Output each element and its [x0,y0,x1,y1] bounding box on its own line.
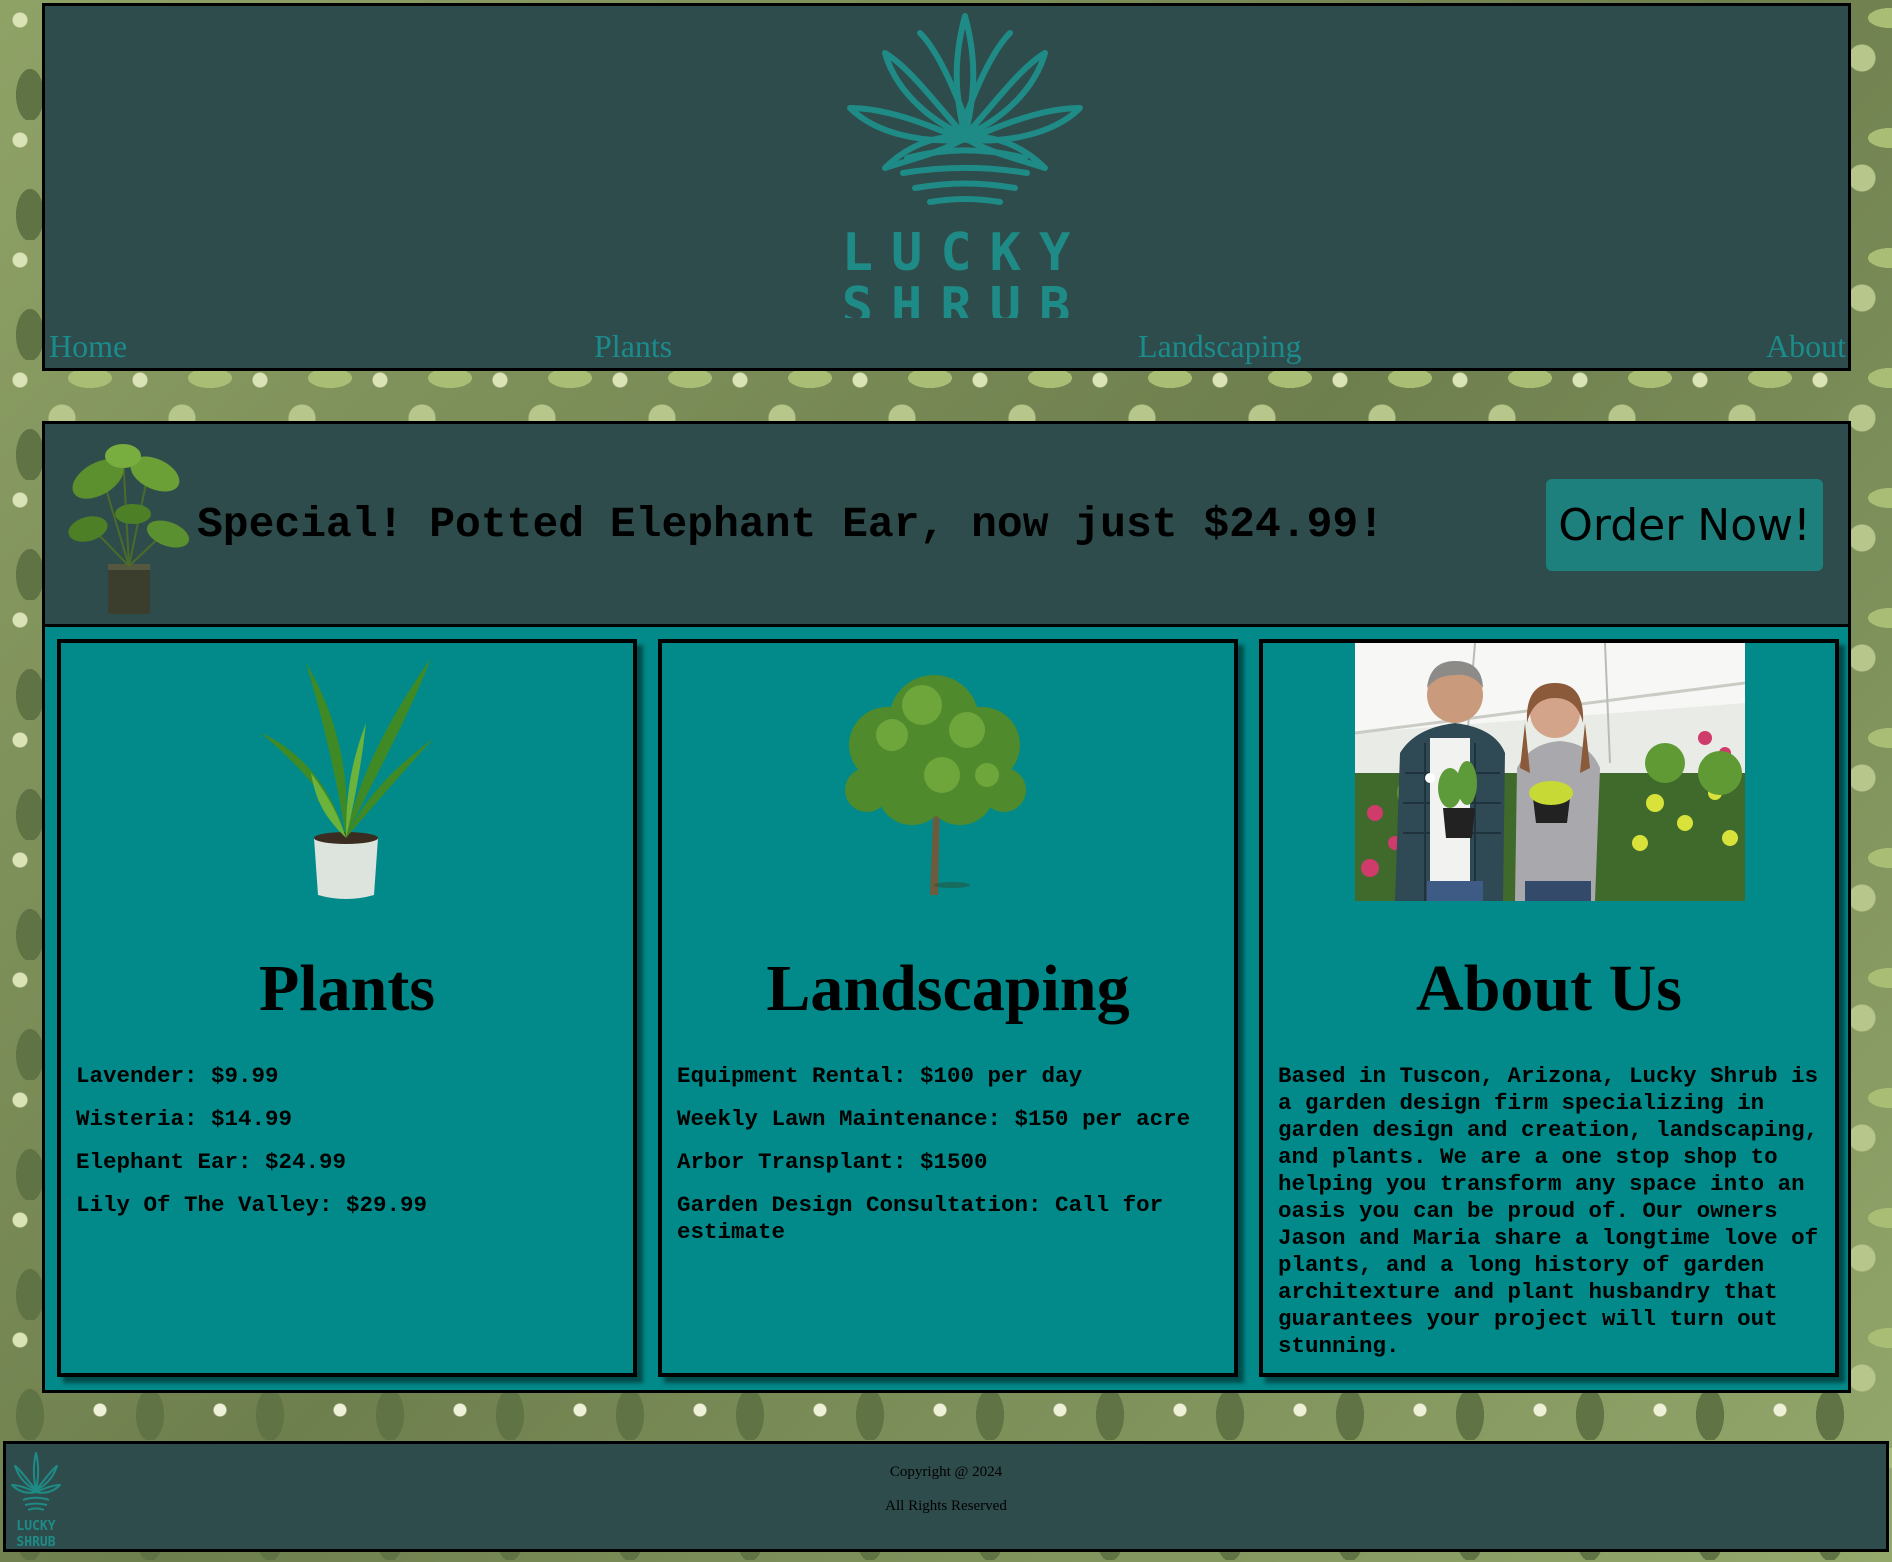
nav-about-link[interactable]: About [1766,328,1846,365]
copyright-text: Copyright @ 2024 [889,1464,1003,1480]
list-item: Garden Design Consultation: Call for est… [677,1192,1164,1245]
elephant-ear-plant-image [68,444,190,614]
landscaping-price-list: Equipment Rental: $100 per day Weekly La… [677,1063,1219,1262]
landscaping-title: Landscaping [766,952,1130,1025]
rights-text: All Rights Reserved [885,1498,1007,1514]
owners-photo [1355,643,1745,901]
promo-text: Special! Potted Elephant Ear, now just $… [197,500,1384,549]
about-card: About Us Based in Tuscon, Arizona, Lucky… [1259,639,1839,1377]
footer-brand-line2: SHRUB [16,1535,55,1550]
brand-line1: LUCKY [842,223,1089,283]
nav-landscaping-link[interactable]: Landscaping [1138,328,1302,365]
nav-plants-link[interactable]: Plants [594,328,672,365]
special-banner: Special! Potted Elephant Ear, now just $… [42,421,1851,627]
about-title: About Us [1416,952,1682,1025]
site-header: LUCKY SHRUB Home Plants Landscaping Abou… [42,3,1851,371]
plants-card: Plants Lavender: $9.99 Wisteria: $14.99 … [57,639,637,1377]
list-item: Wisteria: $14.99 [76,1106,293,1132]
plants-title: Plants [258,952,436,1025]
list-item: Elephant Ear: $24.99 [76,1149,347,1175]
list-item: Lily Of The Valley: $29.99 [76,1192,428,1218]
brand-line2: SHRUB [842,277,1089,318]
site-footer: LUCKY SHRUB Copyright @ 2024 All Rights … [3,1441,1889,1552]
content-area: Plants Lavender: $9.99 Wisteria: $14.99 … [42,627,1851,1393]
potted-plant-image [261,658,434,899]
lucky-shrub-logo[interactable]: LUCKY SHRUB [815,8,1115,318]
tree-image [845,675,1026,895]
list-item: Lavender: $9.99 [76,1063,279,1089]
about-text: Based in Tuscon, Arizona, Lucky Shrub is… [1278,1063,1819,1359]
list-item: Weekly Lawn Maintenance: $150 per acre [677,1106,1191,1132]
list-item: Equipment Rental: $100 per day [677,1063,1083,1089]
plants-price-list: Lavender: $9.99 Wisteria: $14.99 Elephan… [76,1063,618,1235]
main-nav: Home Plants Landscaping About [45,328,1848,370]
list-item: Arbor Transplant: $1500 [677,1149,988,1175]
nav-home-link[interactable]: Home [49,328,127,365]
order-now-button[interactable]: Order Now! [1546,479,1823,571]
footer-brand-line1: LUCKY [16,1519,55,1534]
landscaping-card: Landscaping Equipment Rental: $100 per d… [658,639,1238,1377]
